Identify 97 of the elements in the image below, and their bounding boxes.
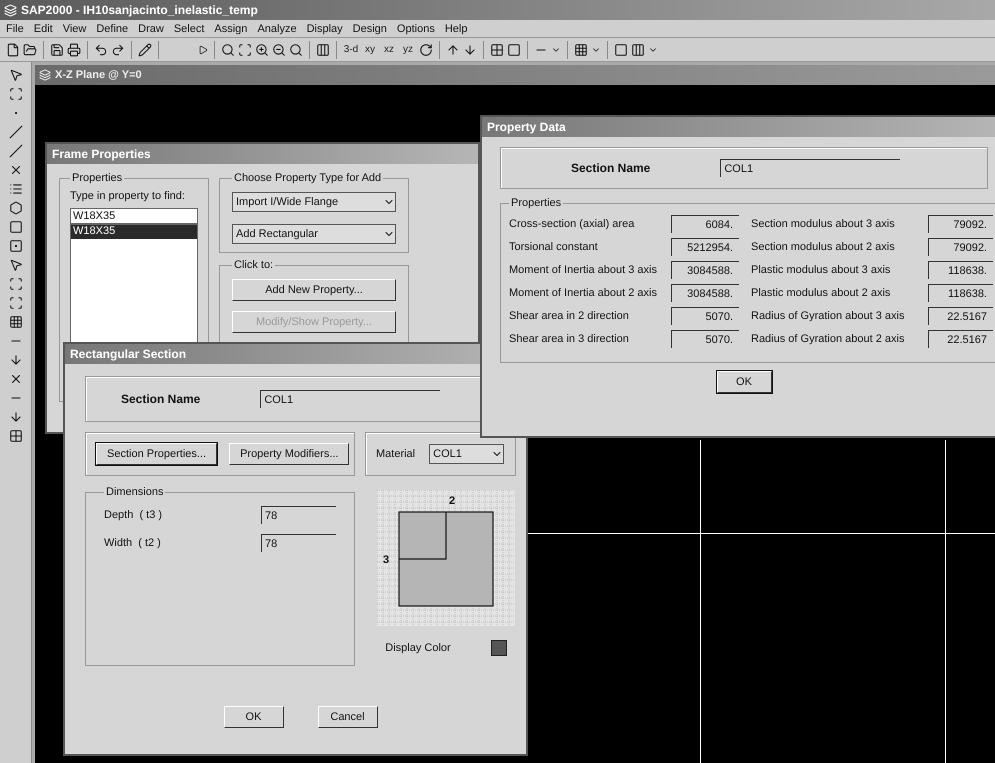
group-label: Choose Property Type for Add — [233, 172, 382, 184]
child-window-title-text: X-Z Plane @ Y=0 — [55, 69, 142, 81]
group-label: Dimensions — [105, 486, 164, 498]
menu-item[interactable]: Assign — [214, 22, 248, 34]
app-icon — [39, 69, 51, 81]
menu-item[interactable]: Select — [174, 22, 204, 34]
field-label: Section Name — [571, 161, 650, 175]
property-label: Plastic modulus about 2 axis — [751, 287, 892, 299]
property-value: 3084588. — [671, 261, 739, 279]
dialog-button[interactable]: Property Modifiers... — [229, 443, 350, 465]
view-button[interactable]: yz — [400, 40, 416, 58]
menu-item[interactable]: Options — [396, 22, 435, 34]
new-file-icon[interactable] — [6, 42, 20, 56]
field-label: Display Color — [385, 642, 451, 654]
dialog-button[interactable]: Section Properties... — [96, 443, 218, 465]
property-label: Moment of Inertia about 2 axis — [509, 287, 658, 299]
grid-icon[interactable] — [490, 42, 504, 56]
section-diagram: 2 3 — [377, 490, 515, 626]
view-button[interactable]: xz — [381, 40, 397, 58]
dialog-button[interactable]: Cancel — [318, 706, 378, 728]
redo-icon[interactable] — [111, 42, 125, 56]
property-value: 22.5167 — [928, 330, 993, 348]
undo-icon[interactable] — [94, 42, 108, 56]
save-icon[interactable] — [50, 42, 64, 56]
arrow-down-icon[interactable] — [463, 42, 477, 56]
group-label: Properties — [510, 197, 562, 209]
type-dropdown[interactable]: Import I/Wide Flange — [232, 192, 396, 212]
property-label: Radius of Gyration about 3 axis — [751, 310, 906, 322]
menu-item[interactable]: Define — [96, 22, 128, 34]
color-swatch[interactable] — [490, 640, 507, 656]
list-item[interactable]: W18X35 — [71, 225, 197, 239]
menu-item[interactable]: Help — [444, 22, 468, 34]
property-label: Section modulus about 3 axis — [751, 218, 896, 230]
property-value: 5070. — [671, 330, 739, 348]
property-label: Plastic modulus about 3 axis — [751, 264, 892, 276]
material-dropdown[interactable]: COL1 — [429, 444, 504, 464]
dialog-button[interactable]: Add New Property... — [232, 279, 396, 301]
menu-item[interactable]: File — [6, 22, 24, 34]
property-value: 6084. — [671, 215, 739, 233]
open-folder-icon[interactable] — [23, 42, 37, 56]
app-icon — [4, 4, 17, 16]
ok-button[interactable]: OK — [716, 371, 772, 393]
property-value: 79092. — [928, 238, 993, 256]
dimension-field[interactable]: 78 — [261, 534, 336, 552]
line-icon[interactable] — [8, 144, 22, 158]
property-value: 118638. — [928, 261, 993, 279]
zoom-icon[interactable] — [289, 42, 303, 56]
square-icon[interactable] — [614, 42, 628, 56]
zoom-out-icon[interactable] — [272, 42, 286, 56]
property-value: 79092. — [928, 215, 993, 233]
menu-item[interactable]: View — [62, 22, 86, 34]
field-label: Depth ( t3 ) — [104, 509, 162, 521]
property-label: Section modulus about 2 axis — [751, 241, 896, 253]
group-label: Properties — [71, 172, 124, 184]
section-name-field[interactable]: COL1 — [260, 390, 440, 408]
zoom-window-icon[interactable] — [238, 42, 252, 56]
section-name-field[interactable]: COL1 — [720, 159, 900, 177]
dimension-field[interactable]: 78 — [261, 506, 336, 524]
dialog-button[interactable]: OK — [224, 706, 284, 728]
grid-icon[interactable] — [8, 429, 22, 443]
menu-item[interactable]: Display — [306, 22, 343, 34]
window-title-text: SAP2000 - IH10sanjacinto_inelastic_temp — [21, 3, 258, 17]
property-value: 3084588. — [671, 284, 739, 302]
view-button[interactable]: xy — [362, 40, 378, 58]
property-value: 5070. — [671, 307, 739, 325]
dialog-title: Property Data — [482, 117, 995, 137]
view-button[interactable]: 3-d — [343, 40, 359, 58]
zoom-icon[interactable] — [221, 42, 235, 56]
group-label: Click to: — [233, 259, 274, 271]
menu-item[interactable]: Design — [352, 22, 387, 34]
property-value: 5212954. — [671, 238, 739, 256]
field-label: Type in property to find: — [70, 190, 186, 202]
property-label: Shear area in 3 direction — [509, 333, 630, 345]
type-dropdown[interactable]: Add Rectangular — [232, 224, 396, 244]
property-label: Radius of Gyration about 2 axis — [751, 333, 906, 345]
search-field[interactable]: W18X35 — [70, 208, 198, 224]
arrow-up-icon[interactable] — [446, 42, 460, 56]
field-label: Material — [376, 448, 416, 460]
pencil-icon[interactable] — [138, 42, 152, 56]
property-label: Cross-section (axial) area — [509, 218, 636, 230]
property-label: Moment of Inertia about 3 axis — [509, 264, 658, 276]
menu-item[interactable]: Analyze — [257, 22, 297, 34]
property-value: 22.5167 — [928, 307, 993, 325]
menu-item[interactable]: Edit — [34, 22, 53, 34]
polygon-icon[interactable] — [8, 201, 22, 215]
line-icon[interactable] — [8, 125, 22, 139]
dialog-title: Frame Properties — [47, 144, 478, 164]
printer-icon[interactable] — [67, 42, 81, 56]
menu-item[interactable]: Draw — [138, 22, 164, 34]
property-value: 118638. — [928, 284, 993, 302]
field-label: Section Name — [121, 392, 200, 406]
property-label: Torsional constant — [509, 241, 599, 253]
zoom-in-icon[interactable] — [255, 42, 269, 56]
rotate-icon[interactable] — [419, 42, 433, 56]
field-label: Width ( t2 ) — [104, 537, 161, 549]
grid-icon[interactable] — [574, 42, 588, 56]
property-label: Shear area in 2 direction — [509, 310, 630, 322]
